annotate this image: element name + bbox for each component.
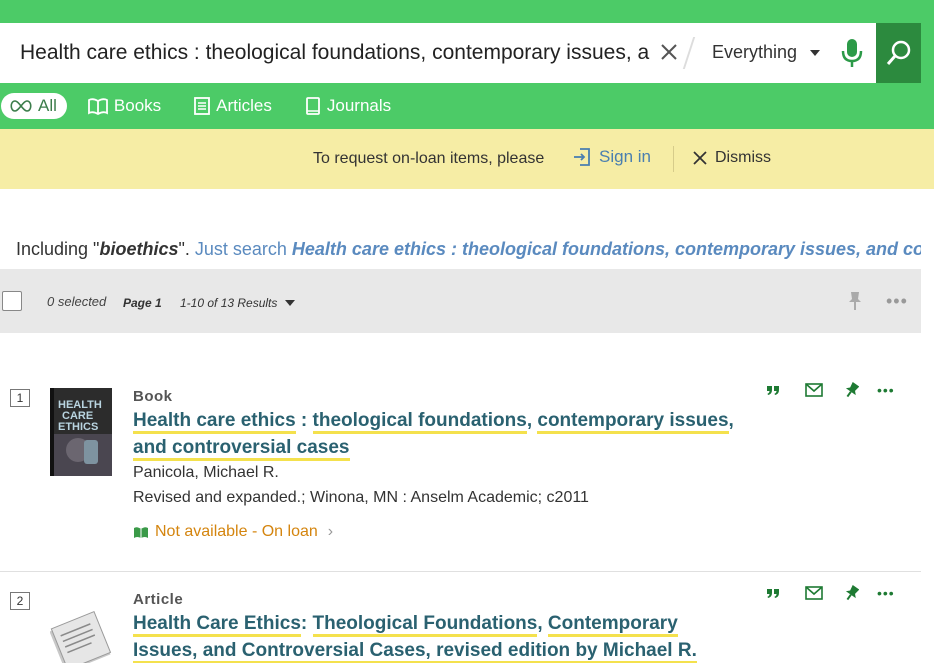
search-scope-label: Everything bbox=[712, 42, 798, 62]
article-icon bbox=[193, 96, 211, 116]
tab-journals[interactable]: Journals bbox=[304, 93, 391, 119]
search-bar: Everything bbox=[0, 23, 934, 83]
result-number: 1 bbox=[10, 389, 30, 407]
voice-search-button[interactable] bbox=[838, 37, 866, 69]
tab-all[interactable]: All bbox=[1, 93, 67, 119]
page-number: Page 1 bbox=[123, 296, 162, 310]
cover-title-line-3: ETHICS bbox=[58, 421, 98, 433]
title-text: : bbox=[295, 410, 313, 431]
cite-button[interactable] bbox=[766, 587, 780, 599]
search-scope-select[interactable]: Everything bbox=[712, 42, 797, 63]
pushpin-icon bbox=[849, 292, 861, 310]
result-actions: ••• bbox=[766, 585, 895, 601]
title-highlight: , revised edition by Michael R. bbox=[425, 640, 697, 663]
ellipsis-icon[interactable]: ••• bbox=[877, 585, 895, 601]
title-highlight: theological foundations bbox=[312, 410, 527, 434]
title-highlight: contemporary issues bbox=[537, 410, 729, 434]
sign-in-label: Sign in bbox=[599, 147, 651, 166]
pushpin-icon bbox=[845, 585, 859, 601]
book-cover-thumbnail[interactable]: HEALTH CARE ETHICS bbox=[50, 388, 112, 476]
result-publication: Revised and expanded.; Winona, MN : Anse… bbox=[133, 489, 589, 506]
sign-in-icon bbox=[573, 147, 591, 167]
pin-button[interactable] bbox=[845, 585, 859, 601]
result-title-link[interactable]: Health Care Ethics: Theological Foundati… bbox=[133, 610, 733, 663]
tab-books-label: Books bbox=[113, 96, 162, 115]
close-icon bbox=[661, 44, 677, 60]
pushpin-icon bbox=[845, 382, 859, 398]
title-highlight: Theological Foundations bbox=[312, 613, 538, 637]
selected-count: 0 selected bbox=[47, 294, 107, 309]
chevron-right-icon: › bbox=[327, 523, 334, 540]
envelope-icon bbox=[805, 383, 823, 397]
availability-status[interactable]: Not available - On loan › bbox=[133, 523, 333, 541]
tab-all-label: All bbox=[38, 96, 57, 115]
clear-search-button[interactable] bbox=[658, 41, 680, 63]
tab-articles-label: Articles bbox=[216, 96, 272, 115]
email-button[interactable] bbox=[805, 383, 823, 397]
select-all-checkbox[interactable] bbox=[2, 291, 22, 311]
infinity-icon bbox=[9, 99, 33, 113]
microphone-icon bbox=[841, 39, 863, 67]
email-button[interactable] bbox=[805, 586, 823, 600]
envelope-icon bbox=[805, 586, 823, 600]
result-number: 2 bbox=[10, 592, 30, 610]
just-search-link[interactable]: Health care ethics : theological foundat… bbox=[292, 239, 921, 259]
dismiss-button[interactable]: Dismiss bbox=[693, 149, 771, 167]
result-item: 2 Article Health Care Ethics: Theologica… bbox=[0, 581, 921, 663]
title-highlight: Health Care Ethics bbox=[133, 613, 301, 637]
results-toolbar: 0 selected Page 1 1-10 of 13 Results ••• bbox=[0, 269, 921, 333]
pin-button[interactable] bbox=[845, 382, 859, 398]
results-range-label: 1-10 of 13 Results bbox=[180, 296, 278, 310]
sign-in-link[interactable]: Sign in bbox=[573, 147, 651, 167]
dismiss-label: Dismiss bbox=[715, 149, 771, 166]
result-type: Article bbox=[133, 591, 184, 608]
chevron-down-icon bbox=[285, 300, 296, 306]
results-range-dropdown[interactable]: 1-10 of 13 Results bbox=[180, 296, 296, 310]
open-book-icon bbox=[133, 526, 149, 539]
search-bar-edge bbox=[921, 23, 934, 83]
magnifier-icon bbox=[886, 40, 910, 65]
just-search-text: Just search bbox=[189, 239, 292, 259]
notice-divider bbox=[673, 146, 674, 172]
expanded-search-notice: Including "bioethics". Just search Healt… bbox=[16, 237, 921, 269]
including-term: bioethics bbox=[99, 239, 179, 259]
search-input[interactable] bbox=[20, 41, 650, 65]
including-suffix: ". bbox=[178, 239, 190, 259]
title-highlight: Health care ethics bbox=[133, 410, 296, 434]
quote-icon bbox=[767, 589, 779, 598]
ellipsis-icon[interactable]: ••• bbox=[886, 291, 908, 312]
search-button[interactable] bbox=[876, 23, 921, 83]
title-text: , bbox=[537, 613, 548, 634]
including-prefix: Including " bbox=[16, 239, 100, 259]
result-type: Book bbox=[133, 388, 173, 405]
pin-results-button[interactable] bbox=[847, 291, 863, 316]
cite-button[interactable] bbox=[766, 384, 780, 396]
result-item: 1 HEALTH CARE ETHICS Book Health care et… bbox=[0, 378, 921, 572]
resource-type-tabs: All Books Articles Journals bbox=[0, 83, 934, 129]
tab-articles[interactable]: Articles bbox=[193, 93, 272, 119]
chevron-down-icon[interactable] bbox=[810, 50, 820, 56]
result-title-link[interactable]: Health care ethics : theological foundat… bbox=[133, 407, 743, 461]
quote-icon bbox=[767, 386, 779, 395]
title-text: : bbox=[300, 613, 313, 634]
tab-books[interactable]: Books bbox=[87, 93, 161, 119]
title-text: , bbox=[526, 410, 538, 431]
result-author: Panicola, Michael R. bbox=[133, 464, 279, 481]
availability-label: Not available - On loan bbox=[155, 523, 318, 540]
journal-icon bbox=[304, 96, 322, 116]
ellipsis-icon[interactable]: ••• bbox=[877, 382, 895, 398]
article-thumbnail[interactable] bbox=[49, 609, 112, 663]
tab-journals-label: Journals bbox=[326, 96, 392, 115]
result-actions: ••• bbox=[766, 382, 895, 398]
title-highlight: and controversial cases bbox=[133, 437, 350, 461]
top-banner-strip bbox=[0, 0, 934, 23]
title-text: , bbox=[728, 410, 734, 431]
notice-text: To request on-loan items, please bbox=[313, 150, 545, 167]
close-icon bbox=[693, 151, 707, 165]
open-book-icon bbox=[87, 97, 109, 115]
sign-in-notice: To request on-loan items, please Sign in… bbox=[0, 129, 934, 189]
